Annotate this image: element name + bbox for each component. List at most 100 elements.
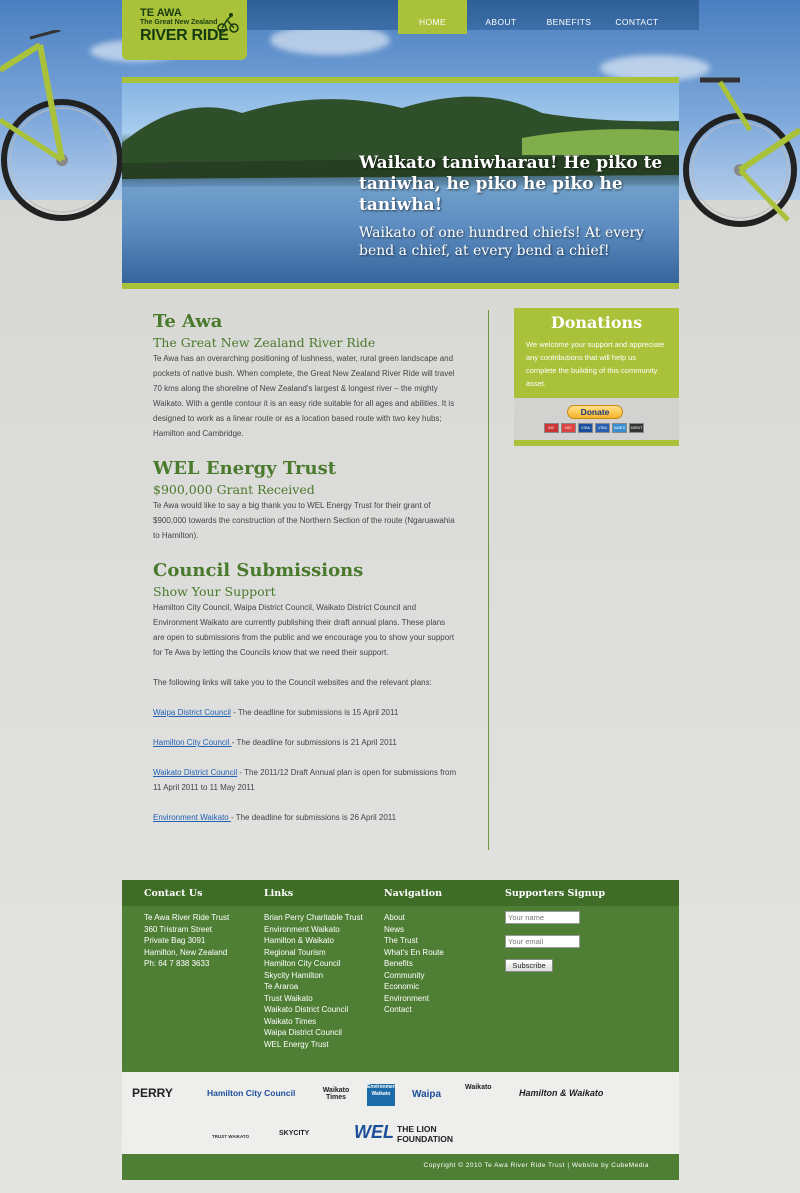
- footer-signup-title: Supporters Signup: [505, 888, 606, 899]
- signup-name-input[interactable]: [505, 911, 580, 924]
- main-navigation: HOME ABOUT BENEFITS CONTACT: [398, 0, 671, 34]
- footer-contact-title: Contact Us: [144, 888, 203, 899]
- council-link-item: Waikato District Council - The 2011/12 D…: [153, 765, 458, 795]
- footer-nav-link[interactable]: What's En Route: [384, 947, 444, 959]
- nav-home[interactable]: HOME: [398, 0, 467, 34]
- copyright-bar: Copyright © 2010 Te Awa River Ride Trust…: [122, 1154, 679, 1180]
- maestro-icon: MC: [561, 423, 576, 433]
- footer-navigation-title: Navigation: [384, 888, 443, 899]
- contact-line: Private Bag 3091: [144, 936, 206, 945]
- site-logo[interactable]: TE AWA The Great New Zealand RIVER RIDE: [122, 0, 247, 60]
- waipa-logo[interactable]: Waipa: [412, 1089, 441, 1100]
- sponsor-logos: PERRY Hamilton City Council Waikato Time…: [122, 1072, 679, 1154]
- wel-body: Te Awa would like to say a big thank you…: [153, 501, 455, 540]
- perry-logo[interactable]: PERRY: [132, 1086, 173, 1100]
- waikato-council-link[interactable]: Waikato District Council: [153, 768, 237, 777]
- wel-logo[interactable]: WEL: [354, 1122, 394, 1143]
- contact-line: Ph: 64 7 838 3633: [144, 959, 210, 968]
- main-content: Te Awa The Great New Zealand River Ride …: [153, 310, 458, 825]
- direct-debit-icon: DEBIT: [629, 423, 644, 433]
- donations-text: We welcome your support and appreciate a…: [526, 340, 665, 388]
- footer-link[interactable]: Waikato District Council: [264, 1004, 364, 1016]
- waikato-times-logo[interactable]: Waikato Times: [320, 1087, 352, 1101]
- lion-foundation-logo[interactable]: THE LION FOUNDATION: [397, 1124, 487, 1144]
- footer-links: Links Brian Perry Charitable Trust Envir…: [264, 887, 364, 1050]
- banner-bottom-stripe: [122, 283, 679, 289]
- footer-nav-link[interactable]: Benefits: [384, 958, 444, 970]
- nav-about[interactable]: ABOUT: [467, 0, 535, 34]
- footer-link[interactable]: Trust Waikato: [264, 993, 364, 1005]
- footer-link[interactable]: Brian Perry Charitable Trust: [264, 912, 364, 924]
- link-description: - The deadline for submissions is 21 Apr…: [231, 738, 397, 747]
- footer-nav-link[interactable]: News: [384, 924, 444, 936]
- contact-line: Te Awa River Ride Trust: [144, 913, 230, 922]
- right-bicycle-image: [683, 77, 800, 227]
- footer-nav-link[interactable]: Economic: [384, 981, 444, 993]
- teawa-body: Te Awa has an overarching positioning of…: [153, 354, 455, 438]
- waikato-district-logo[interactable]: Waikato: [465, 1084, 492, 1091]
- footer-navigation: Navigation About News The Trust What's E…: [384, 887, 444, 1016]
- footer: Contact Us Te Awa River Ride Trust 360 T…: [122, 880, 679, 1072]
- environment-waikato-link[interactable]: Environment Waikato: [153, 813, 231, 822]
- payment-cards: MC MC VISA VISA AMEX DEBIT: [544, 423, 644, 433]
- council-body: Hamilton City Council, Waipa District Co…: [153, 603, 455, 657]
- subscribe-button[interactable]: Subscribe: [505, 959, 553, 972]
- council-intro: The following links will take you to the…: [153, 678, 432, 687]
- cyclist-icon: [217, 13, 239, 33]
- wel-title: WEL Energy Trust: [153, 458, 337, 479]
- visa-electron-icon: VISA: [595, 423, 610, 433]
- footer-links-title: Links: [264, 888, 294, 899]
- hamilton-waikato-tourism-logo[interactable]: Hamilton & Waikato: [519, 1088, 603, 1098]
- wel-subtitle: $900,000 Grant Received: [153, 482, 315, 497]
- footer-link[interactable]: Environment Waikato: [264, 924, 364, 936]
- nav-benefits[interactable]: BENEFITS: [535, 0, 603, 34]
- donations-bottom-stripe: [514, 440, 679, 446]
- footer-contact: Contact Us Te Awa River Ride Trust 360 T…: [144, 887, 229, 970]
- footer-nav-link[interactable]: The Trust: [384, 935, 444, 947]
- link-description: - The deadline for submissions is 26 Apr…: [230, 813, 397, 822]
- footer-link[interactable]: Hamilton & Waikato Regional Tourism: [264, 935, 364, 958]
- skycity-logo[interactable]: SKYCITY: [279, 1130, 309, 1137]
- hamilton-city-council-logo[interactable]: Hamilton City Council: [207, 1088, 295, 1098]
- footer-link[interactable]: Waikato Times: [264, 1016, 364, 1028]
- banner-english-translation: Waikato of one hundred chiefs! At every …: [359, 225, 645, 259]
- amex-icon: AMEX: [612, 423, 627, 433]
- footer-link[interactable]: Te Araroa: [264, 981, 364, 993]
- footer-nav-link[interactable]: About: [384, 912, 444, 924]
- link-description: - The deadline for submissions is 15 Apr…: [230, 708, 399, 717]
- environment-waikato-logo[interactable]: Environment Waikato: [367, 1084, 398, 1106]
- council-link-item: Hamilton City Council - The deadline for…: [153, 735, 458, 750]
- footer-nav-link[interactable]: Community: [384, 970, 444, 982]
- donations-box: Donations We welcome your support and ap…: [514, 308, 679, 398]
- council-title: Council Submissions: [153, 560, 364, 581]
- council-subtitle: Show Your Support: [153, 584, 276, 599]
- hamilton-council-link[interactable]: Hamilton City Council: [153, 738, 232, 747]
- teawa-title: Te Awa: [153, 311, 223, 332]
- contact-line: Hamilton, New Zealand: [144, 947, 228, 957]
- mastercard-icon: MC: [544, 423, 559, 433]
- hero-banner: Waikato taniwharau! He piko te taniwha, …: [122, 83, 679, 283]
- trust-waikato-logo[interactable]: TRUST WAIKATO: [212, 1134, 249, 1139]
- footer-signup: Supporters Signup Subscribe: [505, 887, 605, 972]
- footer-nav-link[interactable]: Contact: [384, 1004, 444, 1016]
- footer-link[interactable]: WEL Energy Trust: [264, 1039, 364, 1051]
- waipa-council-link[interactable]: Waipa District Council: [153, 708, 231, 717]
- footer-nav-link[interactable]: Environment: [384, 993, 444, 1005]
- content-divider: [488, 310, 489, 850]
- donate-panel: Donate MC MC VISA VISA AMEX DEBIT: [514, 398, 679, 440]
- nav-contact[interactable]: CONTACT: [603, 0, 671, 34]
- council-link-item: Environment Waikato - The deadline for s…: [153, 810, 458, 825]
- signup-email-input[interactable]: [505, 935, 580, 948]
- visa-icon: VISA: [578, 423, 593, 433]
- teawa-subtitle: The Great New Zealand River Ride: [153, 335, 376, 350]
- council-link-item: Waipa District Council - The deadline fo…: [153, 705, 458, 720]
- contact-line: 360 Tristram Street: [144, 924, 213, 934]
- page-wrapper: TE AWA The Great New Zealand RIVER RIDE …: [122, 0, 699, 1193]
- donate-button[interactable]: Donate: [567, 405, 623, 419]
- banner-maori-proverb: Waikato taniwharau! He piko te taniwha, …: [359, 153, 663, 215]
- donations-title: Donations: [550, 313, 643, 332]
- footer-link[interactable]: Hamilton City Council: [264, 958, 364, 970]
- footer-link[interactable]: Waipa District Council: [264, 1027, 364, 1039]
- left-bicycle-image: [0, 30, 123, 221]
- footer-link[interactable]: Skycity Hamilton: [264, 970, 364, 982]
